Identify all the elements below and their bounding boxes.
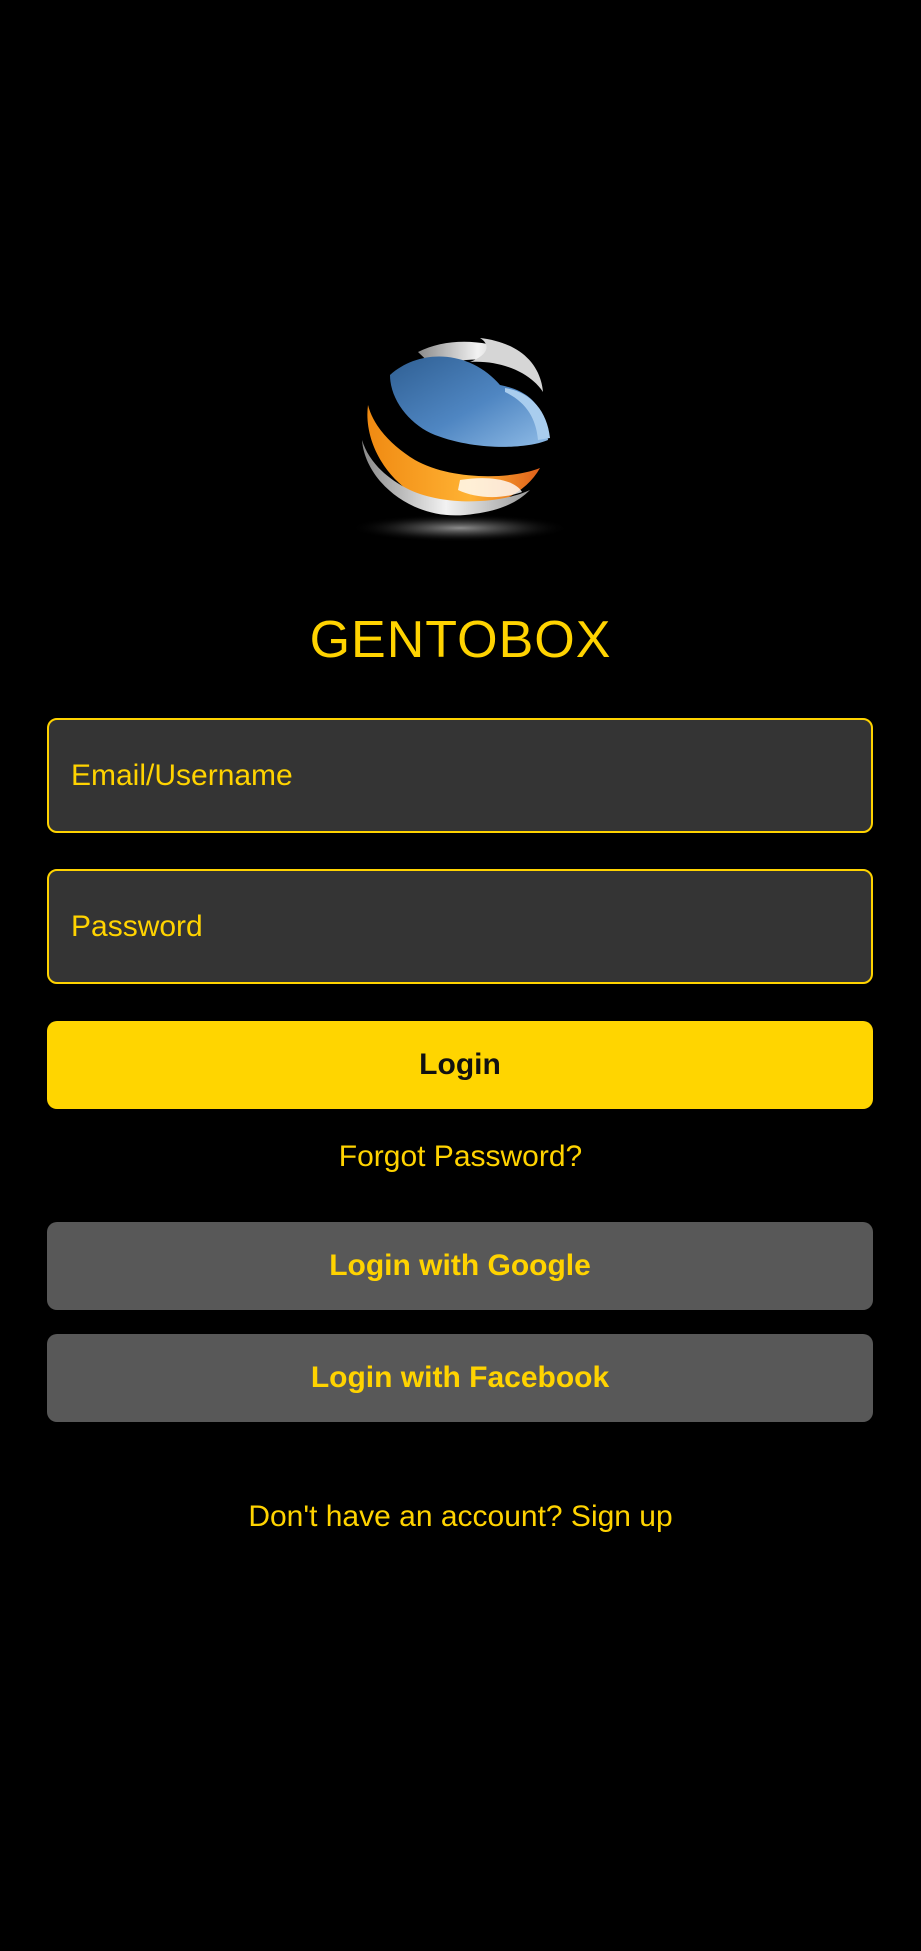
- login-with-facebook-button[interactable]: Login with Facebook: [47, 1334, 873, 1422]
- signup-link[interactable]: Don't have an account? Sign up: [0, 1497, 921, 1537]
- login-with-google-button[interactable]: Login with Google: [47, 1222, 873, 1310]
- password-input[interactable]: [47, 869, 873, 984]
- globe-ribbon-logo-icon: [350, 338, 570, 542]
- forgot-password-link[interactable]: Forgot Password?: [0, 1137, 921, 1177]
- email-username-input[interactable]: [47, 718, 873, 833]
- app-title: GENTOBOX: [309, 611, 612, 669]
- login-button[interactable]: Login: [47, 1021, 873, 1109]
